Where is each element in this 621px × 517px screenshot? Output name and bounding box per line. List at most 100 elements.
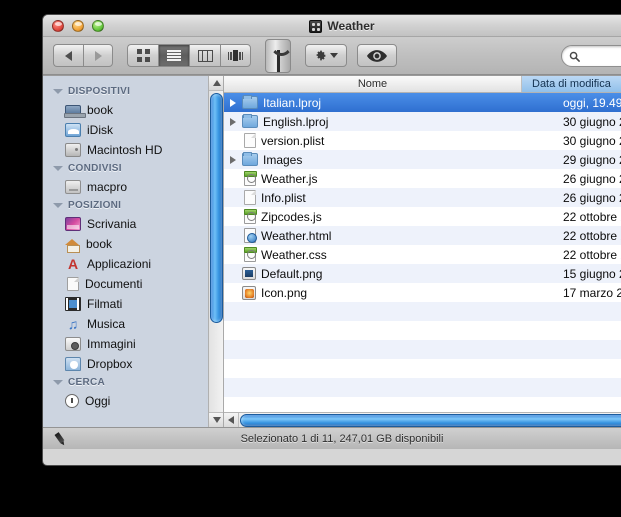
disclosure-triangle-icon[interactable] [224,155,242,164]
sidebar-item-label: book [87,103,114,117]
harddisk-icon [65,143,81,157]
sidebar-item-musica[interactable]: ♫ Musica [43,314,223,334]
desktop-icon [65,217,81,231]
folder-icon [242,152,258,166]
file-name: Italian.lproj [263,95,322,110]
scroll-left-button[interactable] [224,412,239,427]
status-bar: Selezionato 1 di 11, 247,01 GB disponibi… [43,427,621,449]
file-name: Weather.html [261,228,332,243]
column-header-name[interactable]: Nome [224,76,522,92]
sidebar-section-label: CERCA [68,377,106,388]
sidebar-section-cerca[interactable]: CERCA [43,374,223,391]
search-field[interactable] [561,45,621,67]
file-date: 22 ottobre 2 [563,209,621,224]
empty-row [224,321,621,340]
filelist-horizontal-scrollbar[interactable] [224,412,621,427]
script-icon [244,209,257,224]
list-view-button[interactable] [158,44,189,67]
list-icon [167,50,181,61]
file-name: Default.png [261,266,323,281]
filelist-scrollbar-thumb[interactable] [240,413,621,427]
table-row[interactable]: Weather.css 22 ottobre 2 [224,245,621,264]
sidebar-item-idisk[interactable]: iDisk [43,120,223,140]
file-date: oggi, 19.49 [563,95,621,110]
zipper-icon[interactable] [265,38,291,73]
table-row[interactable]: Default.png 15 giugno 20 [224,264,621,283]
sidebar: DISPOSITIVI book iDisk Macintosh HD CONDIVIS… [43,76,224,427]
disclosure-triangle-icon[interactable] [224,98,242,107]
sidebar-item-label: Immagini [87,337,136,351]
disclosure-triangle-icon[interactable] [53,203,63,208]
sidebar-item-label: Musica [87,317,126,331]
sidebar-section-condivisi[interactable]: CONDIVISI [43,160,223,177]
sidebar-item-applicazioni[interactable]: A Applicazioni [43,254,223,274]
sidebar-item-label: macpro [87,180,128,194]
chevron-down-icon [330,53,338,58]
coverflow-view-button[interactable] [220,44,251,67]
empty-row [224,340,621,359]
sidebar-section-dispositivi[interactable]: DISPOSITIVI [43,83,223,100]
back-button[interactable] [53,44,83,67]
sidebar-section-posizioni[interactable]: POSIZIONI [43,197,223,214]
scroll-down-button[interactable] [209,412,223,427]
coverflow-icon [227,50,244,62]
file-name: Weather.js [261,171,318,186]
sidebar-item-filmati[interactable]: Filmati [43,294,223,314]
file-date: 30 giugno 20 [563,133,621,148]
title-group: Weather [43,15,621,37]
table-row[interactable]: Zipcodes.js 22 ottobre 2 [224,207,621,226]
sidebar-item-macpro[interactable]: macpro [43,177,223,197]
sidebar-item-documenti[interactable]: Documenti [43,274,223,294]
empty-row [224,359,621,378]
search-input[interactable] [584,49,621,63]
disclosure-triangle-icon[interactable] [53,166,63,171]
file-date: 15 giugno 20 [563,266,621,281]
sidebar-item-scrivania[interactable]: Scrivania [43,214,223,234]
icon-view-button[interactable] [127,44,158,67]
file-name: Info.plist [261,190,306,205]
script-icon [244,171,257,186]
quicklook-button[interactable] [357,44,397,67]
columns-icon [197,49,213,62]
action-menu-button[interactable] [305,44,347,67]
table-row[interactable]: Images 29 giugno 20 [224,150,621,169]
html-icon [244,228,257,243]
sidebar-scrollbar[interactable] [208,76,223,427]
sidebar-scrollbar-thumb[interactable] [210,93,223,323]
table-row[interactable]: Italian.lproj oggi, 19.49 [224,93,621,112]
table-row[interactable]: English.lproj 30 giugno 20 [224,112,621,131]
movies-icon [65,297,81,311]
forward-button[interactable] [83,44,113,67]
search-icon [569,51,580,62]
table-row[interactable]: version.plist 30 giugno 20 [224,131,621,150]
file-date: 29 giugno 20 [563,152,621,167]
column-header-date[interactable]: Data di modifica [522,76,621,92]
table-row[interactable]: Info.plist 26 giugno 20 [224,188,621,207]
disclosure-triangle-icon[interactable] [53,380,63,385]
disclosure-triangle-icon[interactable] [224,117,242,126]
sidebar-item-macintosh-hd[interactable]: Macintosh HD [43,140,223,160]
file-name: Weather.css [261,247,327,262]
column-headers: Nome Data di modifica [224,76,621,93]
navigation-buttons [53,44,113,67]
pen-icon[interactable] [50,429,71,450]
column-view-button[interactable] [189,44,220,67]
server-icon [65,180,81,194]
widget-icon [309,19,323,33]
table-row[interactable]: Icon.png 17 marzo 20 [224,283,621,302]
toolbar [43,37,621,75]
sidebar-item-dropbox[interactable]: Dropbox [43,354,223,374]
scroll-up-button[interactable] [209,76,223,91]
sidebar-item-oggi[interactable]: Oggi [43,391,223,411]
sidebar-item-immagini[interactable]: Immagini [43,334,223,354]
sidebar-item-book[interactable]: book [43,234,223,254]
sidebar-item-book[interactable]: book [43,100,223,120]
folder-icon [242,114,258,128]
icon-png-icon [242,285,256,300]
table-row[interactable]: Weather.js 26 giugno 20 [224,169,621,188]
disclosure-triangle-icon[interactable] [53,89,63,94]
sidebar-item-label: Dropbox [87,357,133,371]
folder-icon [242,95,258,109]
table-row[interactable]: Weather.html 22 ottobre 2 [224,226,621,245]
home-icon [65,237,80,253]
